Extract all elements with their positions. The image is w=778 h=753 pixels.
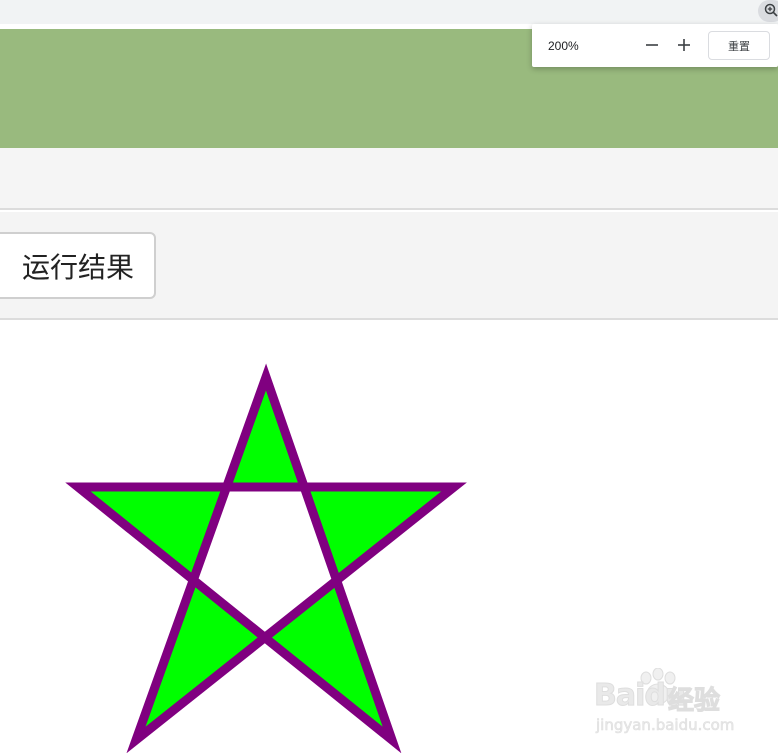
zoom-in-button[interactable] xyxy=(673,35,695,57)
zoom-reset-button[interactable]: 重置 xyxy=(708,31,770,60)
zoom-in-icon xyxy=(764,2,778,21)
zoom-level-value: 200% xyxy=(548,39,579,53)
result-tab-bar: 运行结果 xyxy=(0,212,778,320)
run-result-tab[interactable]: 运行结果 xyxy=(0,232,156,299)
baidu-jingyan-watermark: Baidu 经验 jingyan.baidu.com xyxy=(592,668,742,744)
watermark-jingyan: 经验 xyxy=(667,686,721,717)
browser-toolbar xyxy=(0,0,778,24)
zoom-popup: 200% 重置 xyxy=(532,24,778,67)
page-toolbar xyxy=(0,148,778,210)
zoom-indicator-button[interactable] xyxy=(758,0,778,22)
minus-icon xyxy=(645,37,659,56)
zoom-out-button[interactable] xyxy=(641,35,663,57)
five-pointed-star xyxy=(65,363,467,753)
watermark-url: jingyan.baidu.com xyxy=(596,716,735,735)
plus-icon xyxy=(677,37,691,56)
